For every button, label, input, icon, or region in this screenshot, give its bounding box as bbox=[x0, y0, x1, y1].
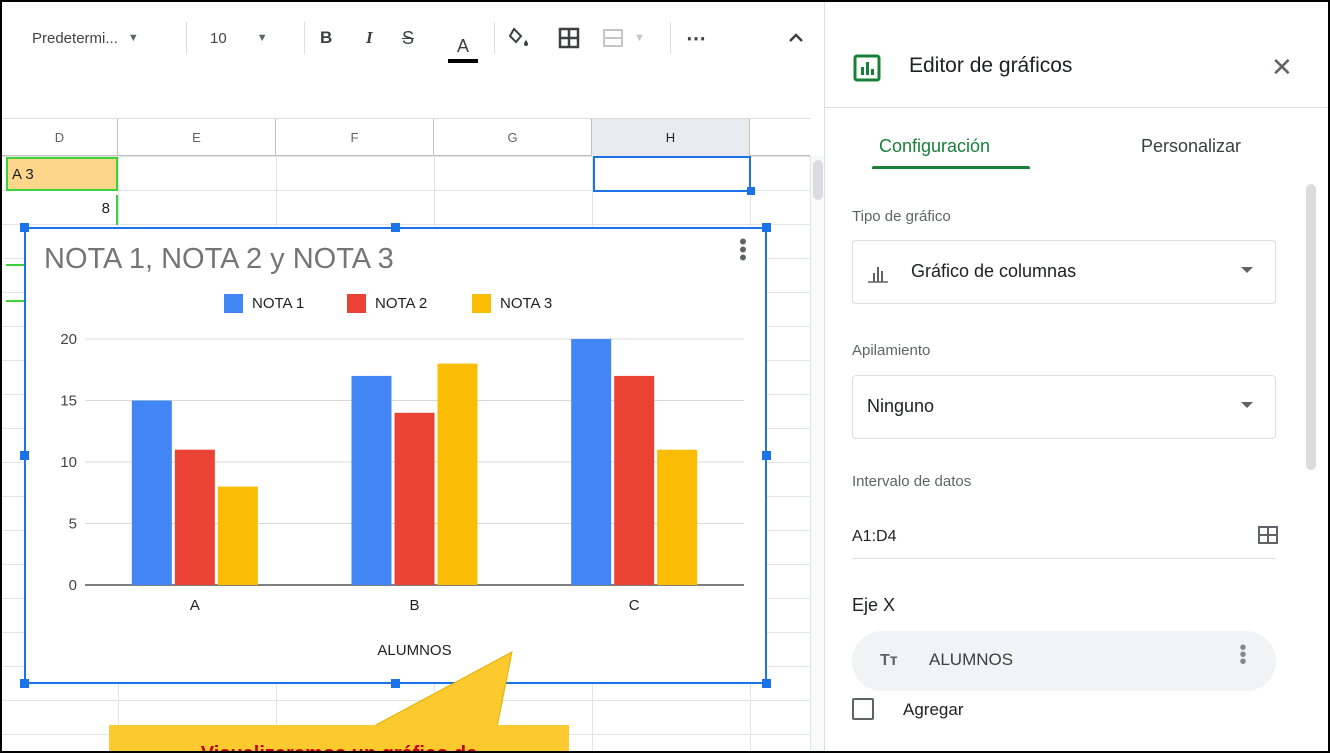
stacking-select[interactable]: Ninguno bbox=[852, 375, 1276, 439]
tab-configuracion[interactable]: Configuración bbox=[879, 136, 990, 157]
add-label: Agregar bbox=[903, 700, 964, 719]
chart-type-label: Tipo de gráfico bbox=[852, 208, 951, 225]
chart-editor-panel: Editor de gráficos ✕ Configuración Perso… bbox=[824, 2, 1328, 751]
more-vert-icon[interactable]: • • • bbox=[1239, 638, 1247, 672]
x-axis-heading: Eje X bbox=[852, 595, 896, 615]
tab-personalizar[interactable]: Personalizar bbox=[1141, 136, 1241, 157]
chart-type-value: Gráfico de columnas bbox=[911, 261, 1077, 281]
chevron-down-icon bbox=[1241, 267, 1253, 273]
text-type-icon: Tт bbox=[880, 652, 898, 669]
panel-title: Editor de gráficos bbox=[909, 54, 1073, 77]
data-range-field[interactable]: A1:D4 bbox=[852, 514, 1278, 559]
panel-header bbox=[825, 20, 1328, 108]
data-range-value: A1:D4 bbox=[852, 528, 897, 545]
chevron-down-icon bbox=[1241, 402, 1253, 408]
chart-type-select[interactable]: Gráfico de columnas bbox=[852, 240, 1276, 304]
x-axis-chip[interactable]: Tт ALUMNOS • • • bbox=[852, 631, 1276, 691]
callout-text: Visualizaremos un gráfico de bbox=[201, 743, 477, 751]
callout-banner: Visualizaremos un gráfico de bbox=[109, 725, 569, 751]
grid-select-icon[interactable] bbox=[1258, 526, 1278, 544]
add-checkbox[interactable] bbox=[852, 698, 874, 720]
app-window: Predetermi... ▼ 10 ▼ B I S A ▼ ⋯ D E F G… bbox=[0, 0, 1330, 753]
x-axis-chip-label: ALUMNOS bbox=[929, 650, 1014, 669]
stacking-label: Apilamiento bbox=[852, 342, 931, 359]
active-tab-indicator bbox=[872, 166, 1030, 169]
panel-scrollbar-thumb[interactable] bbox=[1306, 184, 1316, 470]
column-chart-icon bbox=[868, 267, 888, 283]
close-icon[interactable]: ✕ bbox=[1271, 52, 1293, 83]
stacking-value: Ninguno bbox=[867, 396, 935, 416]
data-range-label: Intervalo de datos bbox=[852, 473, 972, 490]
sheet-area: Predetermi... ▼ 10 ▼ B I S A ▼ ⋯ D E F G… bbox=[2, 2, 824, 751]
chart-icon bbox=[853, 54, 881, 82]
callout-pointer bbox=[371, 651, 513, 728]
